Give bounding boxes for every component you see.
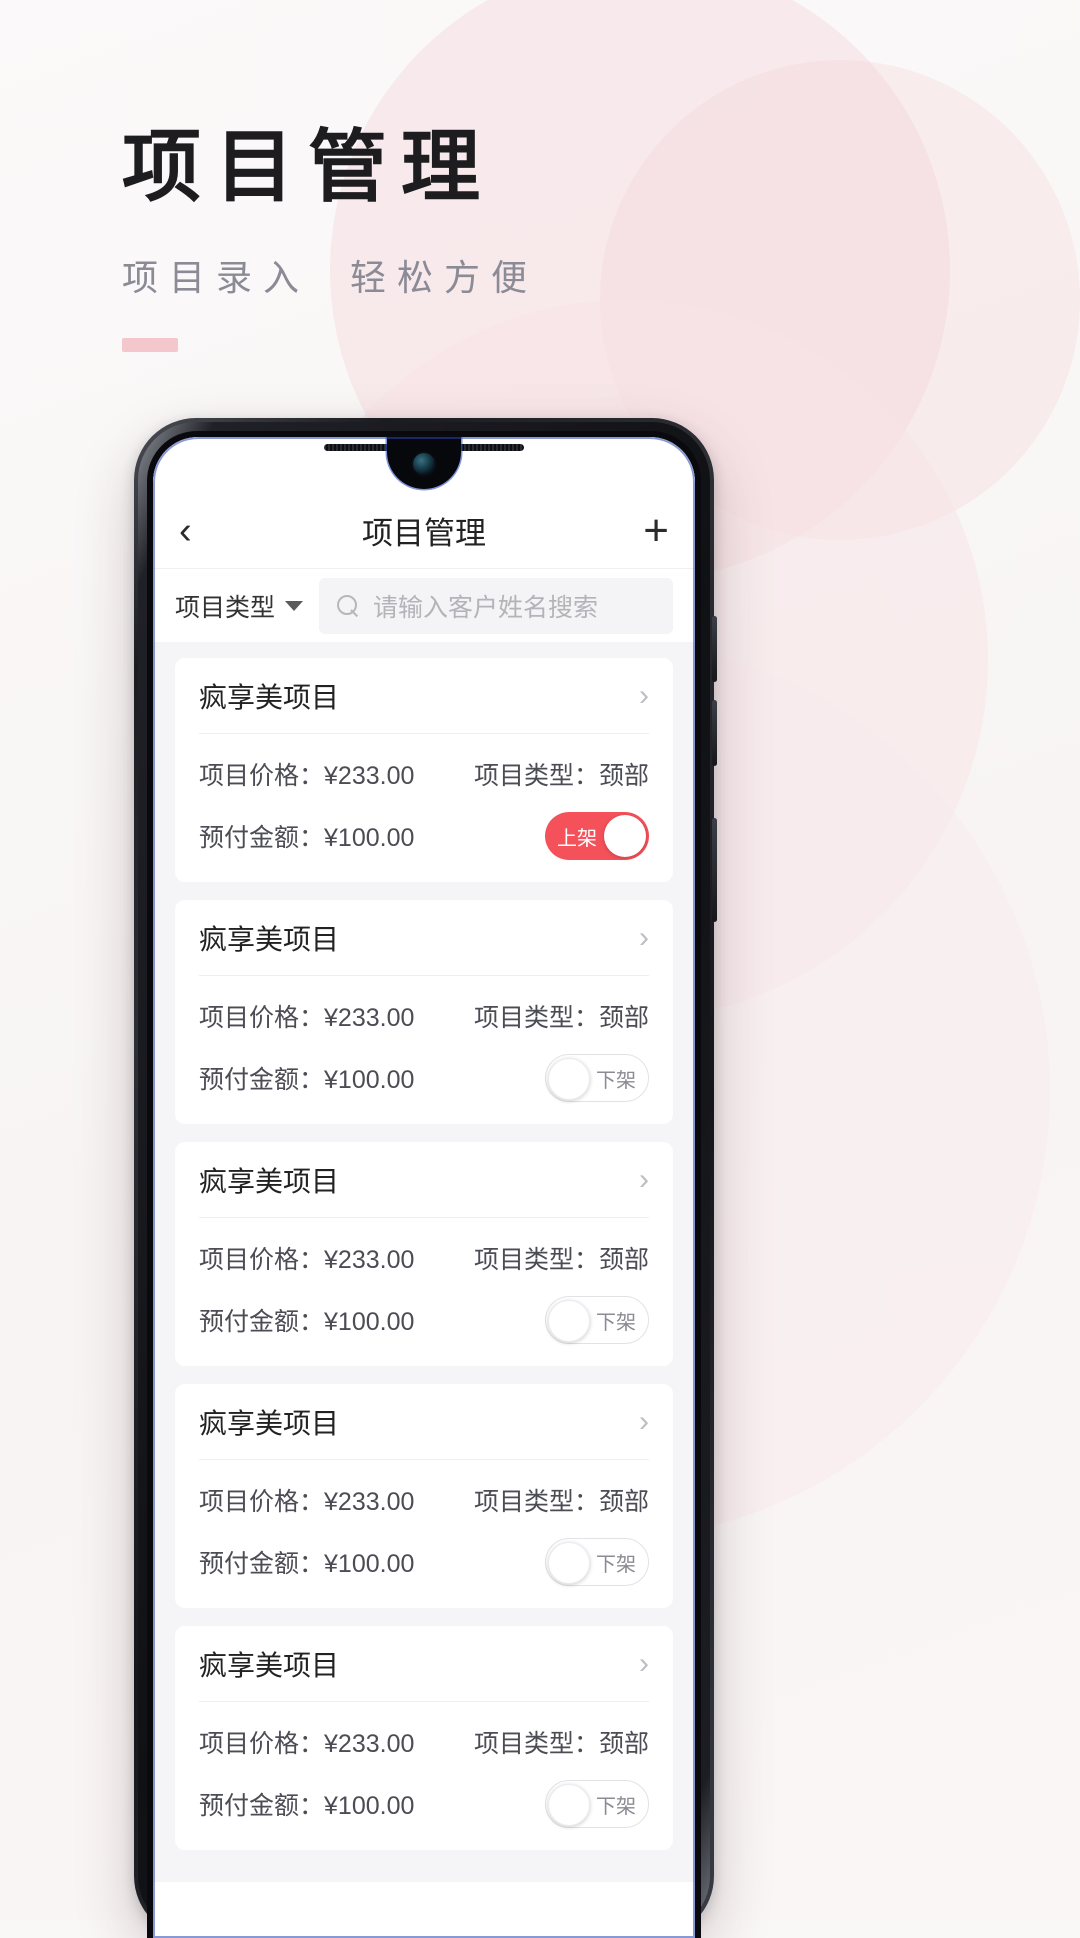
project-card-row-price: 项目价格：¥233.00 项目类型：颈部 xyxy=(199,1240,649,1276)
project-deposit: 预付金额：¥100.00 xyxy=(199,1792,415,1820)
search-input[interactable]: 请输入客户姓名搜索 xyxy=(319,577,673,634)
volume-up-button[interactable] xyxy=(712,616,717,682)
chevron-right-icon: › xyxy=(639,1404,649,1438)
filter-bar: 项目类型 请输入客户姓名搜索 xyxy=(153,569,695,642)
project-type: 项目类型：颈部 xyxy=(473,762,649,790)
phone-screen: ‹ 项目管理 + 项目类型 请输入客户姓名搜索 疯享美项目 › 项目价格：¥23… xyxy=(153,437,695,1938)
project-deposit: 预付金额：¥100.00 xyxy=(199,1308,415,1336)
project-card-row-deposit: 预付金额：¥100.00 下架 xyxy=(199,1054,649,1102)
project-card[interactable]: 疯享美项目 › 项目价格：¥233.00 项目类型：颈部 预付金额：¥100.0… xyxy=(175,900,673,1124)
volume-down-button[interactable] xyxy=(712,700,717,766)
chevron-right-icon: › xyxy=(639,678,649,712)
project-card[interactable]: 疯享美项目 › 项目价格：¥233.00 项目类型：颈部 预付金额：¥100.0… xyxy=(175,1384,673,1608)
project-price: 项目价格：¥233.00 xyxy=(199,1488,415,1516)
add-project-button[interactable]: + xyxy=(643,508,669,553)
project-card-row-deposit: 预付金额：¥100.00 上架 xyxy=(199,812,649,860)
project-card-row-deposit: 预付金额：¥100.00 下架 xyxy=(199,1538,649,1586)
toggle-knob xyxy=(548,1058,590,1100)
shelf-status-toggle[interactable]: 下架 xyxy=(545,1538,649,1586)
project-type: 项目类型：颈部 xyxy=(473,1730,649,1758)
project-list[interactable]: 疯享美项目 › 项目价格：¥233.00 项目类型：颈部 预付金额：¥100.0… xyxy=(153,642,695,1882)
app-container: ‹ 项目管理 + 项目类型 请输入客户姓名搜索 疯享美项目 › 项目价格：¥23… xyxy=(153,437,695,1938)
back-button[interactable]: ‹ xyxy=(179,512,225,550)
shelf-status-toggle[interactable]: 下架 xyxy=(545,1296,649,1344)
project-price: 项目价格：¥233.00 xyxy=(199,762,415,790)
project-card-header[interactable]: 疯享美项目 › xyxy=(199,900,649,976)
project-card-header[interactable]: 疯享美项目 › xyxy=(199,1142,649,1218)
page-title: 项目管理 xyxy=(362,516,486,551)
project-card-row-price: 项目价格：¥233.00 项目类型：颈部 xyxy=(199,1482,649,1518)
project-card[interactable]: 疯享美项目 › 项目价格：¥233.00 项目类型：颈部 预付金额：¥100.0… xyxy=(175,658,673,882)
project-card-row-deposit: 预付金额：¥100.00 下架 xyxy=(199,1780,649,1828)
project-price: 项目价格：¥233.00 xyxy=(199,1004,415,1032)
project-card-row-deposit: 预付金额：¥100.00 下架 xyxy=(199,1296,649,1344)
project-card-header[interactable]: 疯享美项目 › xyxy=(199,1626,649,1702)
project-deposit: 预付金额：¥100.00 xyxy=(199,1066,415,1094)
poster-headline: 项目管理 项目录入 轻松方便 xyxy=(122,125,539,301)
toggle-knob xyxy=(604,815,646,857)
project-card-row-price: 项目价格：¥233.00 项目类型：颈部 xyxy=(199,998,649,1034)
search-icon xyxy=(337,594,359,617)
shelf-status-toggle[interactable]: 下架 xyxy=(545,1780,649,1828)
app-navbar: ‹ 项目管理 + xyxy=(153,493,695,569)
shelf-status-label: 下架 xyxy=(596,1069,636,1092)
power-button[interactable] xyxy=(712,818,717,922)
poster-title: 项目管理 xyxy=(122,125,494,212)
shelf-status-label: 下架 xyxy=(596,1311,636,1334)
project-price: 项目价格：¥233.00 xyxy=(199,1730,415,1758)
project-name: 疯享美项目 xyxy=(199,1165,340,1197)
project-card-row-price: 项目价格：¥233.00 项目类型：颈部 xyxy=(199,1724,649,1760)
front-camera-icon xyxy=(413,453,435,475)
waterdrop-notch xyxy=(382,437,466,493)
poster-subtitle: 项目录入 轻松方便 xyxy=(122,257,539,298)
shelf-status-label: 下架 xyxy=(596,1795,636,1818)
phone-bezel: ‹ 项目管理 + 项目类型 请输入客户姓名搜索 疯享美项目 › 项目价格：¥23… xyxy=(147,431,701,1938)
shelf-status-label: 下架 xyxy=(596,1553,636,1576)
project-type-dropdown[interactable]: 项目类型 xyxy=(175,588,304,624)
project-type: 项目类型：颈部 xyxy=(473,1004,649,1032)
project-deposit: 预付金额：¥100.00 xyxy=(199,1550,415,1578)
project-name: 疯享美项目 xyxy=(199,1649,340,1681)
search-placeholder: 请输入客户姓名搜索 xyxy=(373,593,599,622)
project-price: 项目价格：¥233.00 xyxy=(199,1246,415,1274)
project-card-row-price: 项目价格：¥233.00 项目类型：颈部 xyxy=(199,756,649,792)
project-deposit: 预付金额：¥100.00 xyxy=(199,824,415,852)
project-card-header[interactable]: 疯享美项目 › xyxy=(199,1384,649,1460)
project-type-label: 项目类型 xyxy=(175,593,276,622)
project-name: 疯享美项目 xyxy=(199,1407,340,1439)
shelf-status-label: 上架 xyxy=(557,827,597,850)
project-type: 项目类型：颈部 xyxy=(473,1246,649,1274)
poster-accent-bar xyxy=(122,338,178,352)
chevron-right-icon: › xyxy=(639,1162,649,1196)
project-card[interactable]: 疯享美项目 › 项目价格：¥233.00 项目类型：颈部 预付金额：¥100.0… xyxy=(175,1142,673,1366)
chevron-right-icon: › xyxy=(639,1646,649,1680)
project-name: 疯享美项目 xyxy=(199,923,340,955)
chevron-down-icon xyxy=(285,600,304,611)
project-name: 疯享美项目 xyxy=(199,681,340,713)
toggle-knob xyxy=(548,1542,590,1584)
toggle-knob xyxy=(548,1784,590,1826)
shelf-status-toggle[interactable]: 上架 xyxy=(545,812,649,860)
chevron-right-icon: › xyxy=(639,920,649,954)
project-card[interactable]: 疯享美项目 › 项目价格：¥233.00 项目类型：颈部 预付金额：¥100.0… xyxy=(175,1626,673,1850)
toggle-knob xyxy=(548,1300,590,1342)
project-type: 项目类型：颈部 xyxy=(473,1488,649,1516)
phone-mockup: ‹ 项目管理 + 项目类型 请输入客户姓名搜索 疯享美项目 › 项目价格：¥23… xyxy=(134,418,717,1938)
shelf-status-toggle[interactable]: 下架 xyxy=(545,1054,649,1102)
project-card-header[interactable]: 疯享美项目 › xyxy=(199,658,649,734)
